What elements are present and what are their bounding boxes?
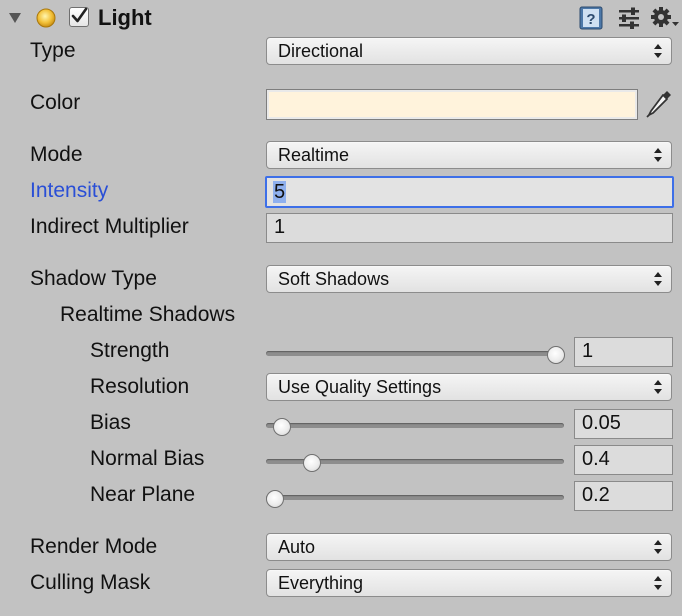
- realtime-shadows-header: Realtime Shadows: [60, 303, 236, 326]
- intensity-label: Intensity: [30, 179, 109, 202]
- indirect-multiplier-label: Indirect Multiplier: [30, 215, 189, 238]
- culling-mask-value: Everything: [278, 573, 364, 593]
- triangle-down-icon[interactable]: [8, 12, 22, 24]
- near-plane-field[interactable]: 0.2: [574, 481, 673, 511]
- bias-field[interactable]: 0.05: [574, 409, 673, 439]
- near-plane-slider-track[interactable]: [266, 495, 564, 500]
- dropdown-arrows-icon: [654, 380, 662, 394]
- bias-label: Bias: [90, 411, 131, 434]
- near-plane-slider-thumb[interactable]: [266, 490, 284, 508]
- enabled-checkbox[interactable]: [69, 7, 89, 27]
- near-plane-label: Near Plane: [90, 483, 196, 506]
- help-book-icon[interactable]: ?: [578, 5, 604, 31]
- mode-dropdown[interactable]: Realtime: [266, 141, 672, 169]
- component-title: Light: [98, 5, 152, 30]
- strength-label: Strength: [90, 339, 170, 362]
- dropdown-arrows-icon: [654, 148, 662, 162]
- render-mode-value: Auto: [278, 537, 316, 557]
- resolution-label: Resolution: [90, 375, 190, 398]
- color-swatch[interactable]: [266, 89, 638, 120]
- bias-slider-thumb[interactable]: [273, 418, 291, 436]
- intensity-value: 5: [273, 181, 287, 203]
- shadow-type-label: Shadow Type: [30, 267, 157, 290]
- resolution-value: Use Quality Settings: [278, 377, 442, 397]
- indirect-multiplier-field[interactable]: 1: [266, 213, 673, 243]
- eyedropper-icon[interactable]: [644, 88, 674, 120]
- color-label: Color: [30, 91, 81, 114]
- shadow-type-dropdown[interactable]: Soft Shadows: [266, 265, 672, 293]
- culling-mask-label: Culling Mask: [30, 571, 151, 594]
- dropdown-arrows-icon: [654, 272, 662, 286]
- strength-slider-track[interactable]: [266, 351, 558, 356]
- mode-value: Realtime: [278, 145, 350, 165]
- render-mode-dropdown[interactable]: Auto: [266, 533, 672, 561]
- mode-label: Mode: [30, 143, 83, 166]
- gear-icon[interactable]: [650, 6, 680, 30]
- render-mode-label: Render Mode: [30, 535, 158, 558]
- dropdown-arrows-icon: [654, 576, 662, 590]
- checkmark-icon: [71, 7, 88, 23]
- normal-bias-slider-thumb[interactable]: [303, 454, 322, 472]
- intensity-field[interactable]: 5: [265, 176, 674, 208]
- normal-bias-label: Normal Bias: [90, 447, 205, 470]
- strength-slider-thumb[interactable]: [547, 346, 565, 364]
- normal-bias-field[interactable]: 0.4: [574, 445, 673, 475]
- type-dropdown[interactable]: Directional: [266, 37, 672, 65]
- strength-field[interactable]: 1: [574, 337, 673, 367]
- shadow-type-value: Soft Shadows: [278, 269, 390, 289]
- dropdown-arrows-icon: [654, 540, 662, 554]
- dropdown-arrows-icon: [654, 44, 662, 58]
- type-label: Type: [30, 39, 76, 62]
- bias-slider-track[interactable]: [266, 423, 564, 428]
- resolution-dropdown[interactable]: Use Quality Settings: [266, 373, 672, 401]
- culling-mask-dropdown[interactable]: Everything: [266, 569, 672, 597]
- light-bulb-icon: [36, 8, 56, 28]
- type-value: Directional: [278, 41, 364, 61]
- preset-sliders-icon[interactable]: [617, 6, 641, 30]
- svg-text:?: ?: [586, 11, 595, 28]
